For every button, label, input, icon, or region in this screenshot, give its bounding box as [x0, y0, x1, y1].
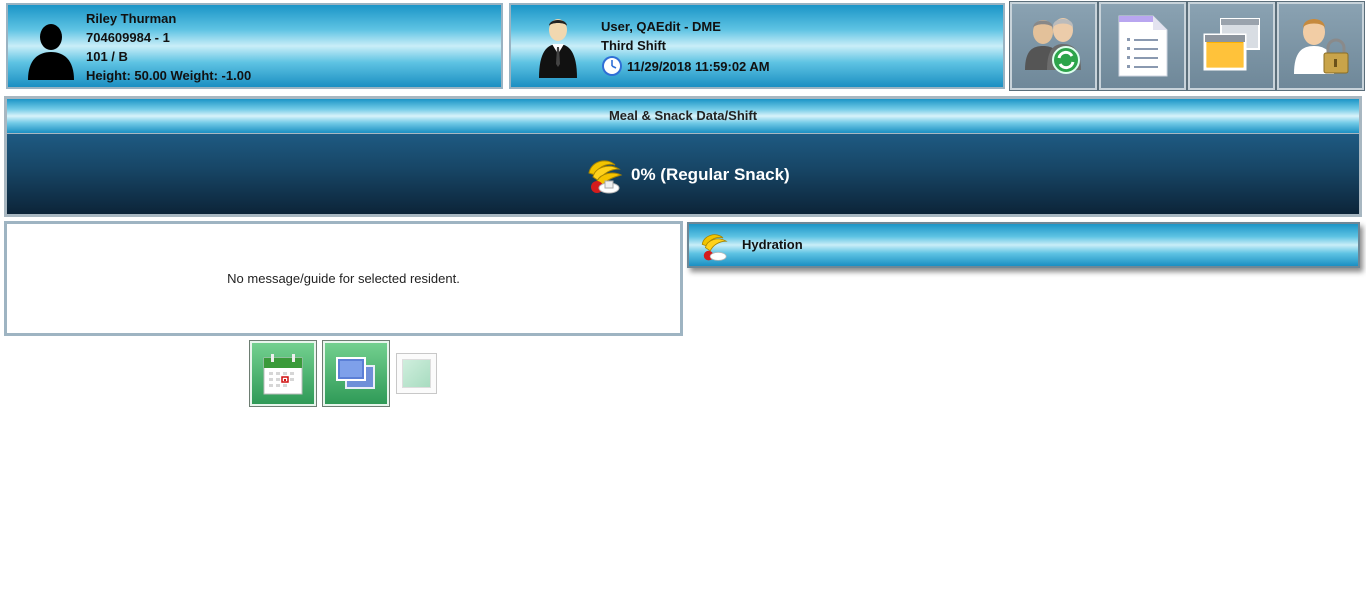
resident-id: 704609984 - 1	[86, 30, 170, 45]
switch-resident-button[interactable]	[1009, 1, 1098, 91]
meal-status-band: 0% (Regular Snack)	[7, 134, 1359, 214]
hydration-label: Hydration	[742, 237, 803, 252]
resident-silhouette-icon	[28, 24, 74, 80]
user-business-icon	[539, 19, 577, 78]
user-datetime: 11/29/2018 11:59:02 AM	[627, 58, 770, 74]
resident-measurements: Height: 50.00 Weight: -1.00	[86, 68, 252, 83]
disabled-image-button[interactable]	[396, 353, 437, 394]
user-lock-button[interactable]	[1276, 1, 1365, 91]
hydration-snack-icon	[701, 234, 728, 261]
user-lock-icon	[1293, 19, 1348, 74]
clock-icon	[602, 56, 622, 76]
calendar-button[interactable]	[249, 340, 317, 407]
resident-panel: Riley Thurman 704609984 - 1 101 / B Heig…	[6, 3, 503, 89]
message-box: No message/guide for selected resident.	[4, 221, 683, 336]
user-shift: Third Shift	[601, 38, 666, 53]
message-text: No message/guide for selected resident.	[227, 271, 460, 286]
resident-room: 101 / B	[86, 49, 128, 64]
resident-name: Riley Thurman	[86, 11, 177, 26]
broken-image-icon	[402, 359, 431, 388]
meal-section: Meal & Snack Data/Shift 0% (Regular Snac…	[4, 96, 1362, 217]
hydration-header[interactable]: Hydration	[687, 222, 1360, 268]
document-list-icon	[1118, 15, 1167, 77]
windows-icon	[1203, 18, 1260, 71]
cascade-windows-icon	[336, 356, 375, 389]
user-name: User, QAEdit - DME	[601, 19, 721, 34]
calendar-icon	[263, 353, 303, 394]
snack-food-icon	[588, 160, 623, 194]
document-list-button[interactable]	[1098, 1, 1187, 91]
windows-view-button[interactable]	[322, 340, 390, 407]
meal-section-title: Meal & Snack Data/Shift	[7, 99, 1359, 133]
meal-status-text: 0% (Regular Snack)	[631, 165, 790, 184]
windows-button[interactable]	[1187, 1, 1276, 91]
user-panel: User, QAEdit - DME Third Shift 11/29/201…	[509, 3, 1005, 89]
switch-resident-icon	[1024, 18, 1081, 74]
